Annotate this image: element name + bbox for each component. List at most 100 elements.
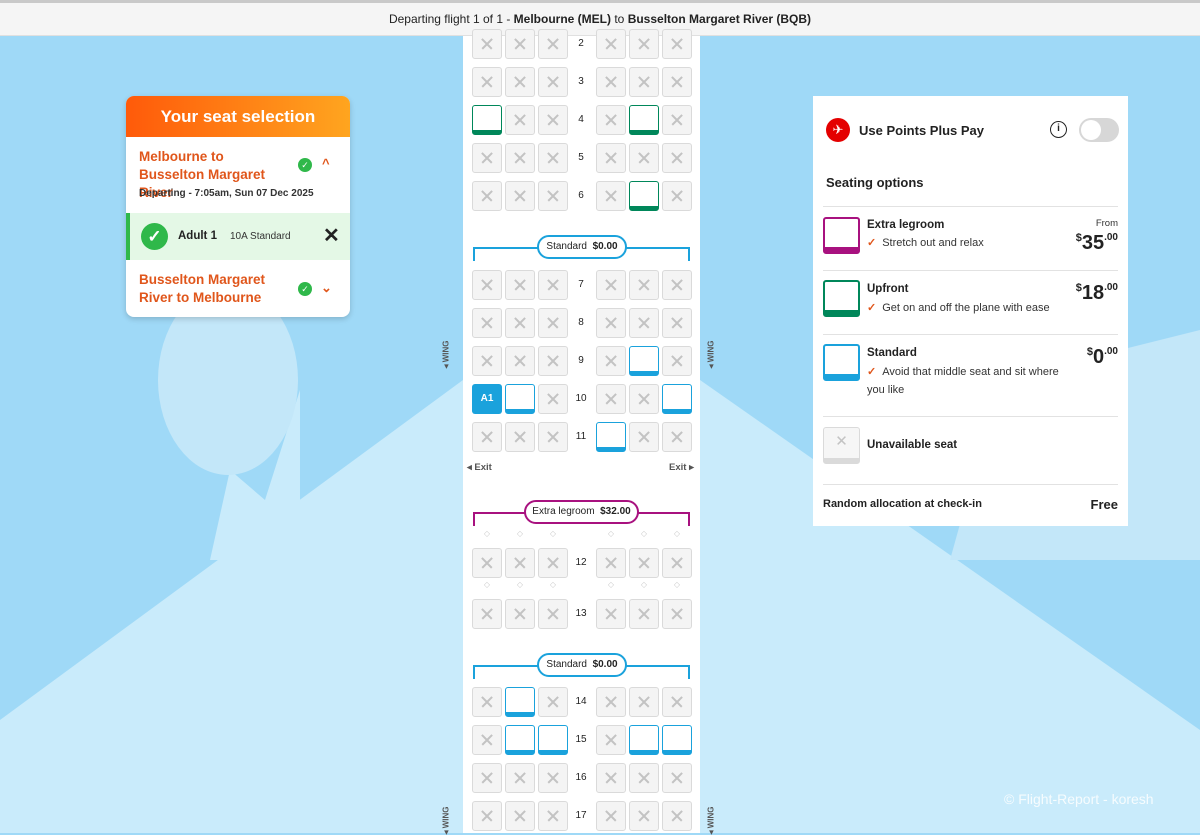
chevron-up-icon[interactable]: ^ [322, 156, 330, 171]
option-name-upfront: Upfront [867, 283, 909, 295]
info-icon[interactable]: i [1050, 121, 1067, 138]
seat-16b [505, 763, 535, 793]
seat-6a [472, 181, 502, 211]
points-plus-pay-toggle[interactable] [1079, 118, 1119, 142]
seat-8b [505, 308, 535, 338]
departing-time: Departing - 7:05am, Sun 07 Dec 2025 [139, 188, 314, 199]
option-name-extra-legroom: Extra legroom [867, 219, 945, 231]
seat-13b [505, 599, 535, 629]
row-number: 15 [575, 734, 587, 745]
seat-6d [596, 181, 626, 211]
divider [823, 270, 1118, 271]
random-allocation-price: Free [1090, 497, 1118, 512]
return-route-link[interactable]: Busselton Margaret River to Melbourne [139, 271, 289, 307]
seat-7f [662, 270, 692, 300]
row-number: 7 [578, 279, 584, 290]
seat-4a[interactable] [472, 105, 502, 135]
seat-15b[interactable] [505, 725, 535, 755]
seat-16e [629, 763, 659, 793]
row-number: 13 [575, 608, 587, 619]
seat-17e [629, 801, 659, 831]
seating-options-panel: ✈ Use Points Plus Pay i Seating options … [813, 96, 1128, 526]
seat-5b [505, 143, 535, 173]
seat-11d[interactable] [596, 422, 626, 452]
seat-7a [472, 270, 502, 300]
seat-10f[interactable] [662, 384, 692, 414]
passenger-name: Adult 1 [178, 230, 217, 242]
row-number: 16 [575, 772, 587, 783]
upfront-seat-icon [823, 280, 860, 317]
route-joiner: to [611, 12, 628, 26]
row-number: 8 [578, 317, 584, 328]
extra-legroom-marker-icon: ◇ [483, 529, 491, 538]
seat-14b[interactable] [505, 687, 535, 717]
seat-6e[interactable] [629, 181, 659, 211]
seat-10a[interactable]: A1 [472, 384, 502, 414]
tick-icon: ✓ [867, 237, 877, 249]
seat-2b [505, 29, 535, 59]
tick-icon: ✓ [867, 366, 877, 378]
seat-14c [538, 687, 568, 717]
seat-9f [662, 346, 692, 376]
extra-legroom-marker-icon: ◇ [516, 580, 524, 589]
seat-12a [472, 548, 502, 578]
seat-4f [662, 105, 692, 135]
seat-11a [472, 422, 502, 452]
unavailable-seat-label: Unavailable seat [867, 439, 958, 451]
photo-credit-watermark: © Flight-Report - koresh [1004, 791, 1154, 807]
seat-9e[interactable] [629, 346, 659, 376]
passenger-seat-row[interactable]: ✓ Adult 1 10A Standard ✕ [126, 213, 350, 260]
seat-8f [662, 308, 692, 338]
row-number: 5 [578, 152, 584, 163]
seat-map-cabin: Standard $0.00 ◂ Exit Exit ▸ Extra legro… [463, 29, 700, 833]
seat-selected-check-icon: ✓ [141, 223, 168, 250]
seat-11e [629, 422, 659, 452]
row-number: 6 [578, 190, 584, 201]
points-plus-pay-label: Use Points Plus Pay [859, 123, 984, 138]
seat-9d [596, 346, 626, 376]
seat-17a [472, 801, 502, 831]
seat-5c [538, 143, 568, 173]
seat-2d [596, 29, 626, 59]
seat-4e[interactable] [629, 105, 659, 135]
wing-marker-right-rear: ◂ WING [706, 806, 716, 835]
seat-6f [662, 181, 692, 211]
standard-zone-label: Standard $0.00 [537, 235, 627, 259]
random-allocation-label: Random allocation at check-in [823, 498, 982, 510]
exit-right-label: Exit ▸ [669, 462, 694, 473]
remove-seat-close-icon[interactable]: ✕ [323, 223, 340, 248]
seat-15c[interactable] [538, 725, 568, 755]
divider [823, 416, 1118, 417]
divider [823, 334, 1118, 335]
seat-selection-card: Your seat selection Melbourne to Busselt… [126, 96, 350, 317]
seat-13e [629, 599, 659, 629]
seat-10b[interactable] [505, 384, 535, 414]
seat-6c [538, 181, 568, 211]
seat-8d [596, 308, 626, 338]
row-number: 2 [578, 38, 584, 49]
seat-5d [596, 143, 626, 173]
chevron-down-icon[interactable]: ⌄ [321, 280, 332, 296]
seat-12f [662, 548, 692, 578]
seat-15d [596, 725, 626, 755]
seat-3f [662, 67, 692, 97]
flight-progress-text: Departing flight 1 of 1 - [388, 12, 514, 26]
seat-15e[interactable] [629, 725, 659, 755]
row-number: 3 [578, 76, 584, 87]
seat-7b [505, 270, 535, 300]
row-number: 17 [575, 810, 587, 821]
seat-2a [472, 29, 502, 59]
extra-legroom-marker-icon: ◇ [673, 529, 681, 538]
extra-legroom-marker-icon: ◇ [549, 529, 557, 538]
seat-selection-title: Your seat selection [126, 96, 350, 137]
seat-15f[interactable] [662, 725, 692, 755]
seat-13a [472, 599, 502, 629]
seat-6b [505, 181, 535, 211]
seat-12c [538, 548, 568, 578]
extra-legroom-marker-icon: ◇ [640, 529, 648, 538]
tick-icon: ✓ [867, 302, 877, 314]
seat-3e [629, 67, 659, 97]
seat-7c [538, 270, 568, 300]
row-number: 14 [575, 696, 587, 707]
seat-2c [538, 29, 568, 59]
